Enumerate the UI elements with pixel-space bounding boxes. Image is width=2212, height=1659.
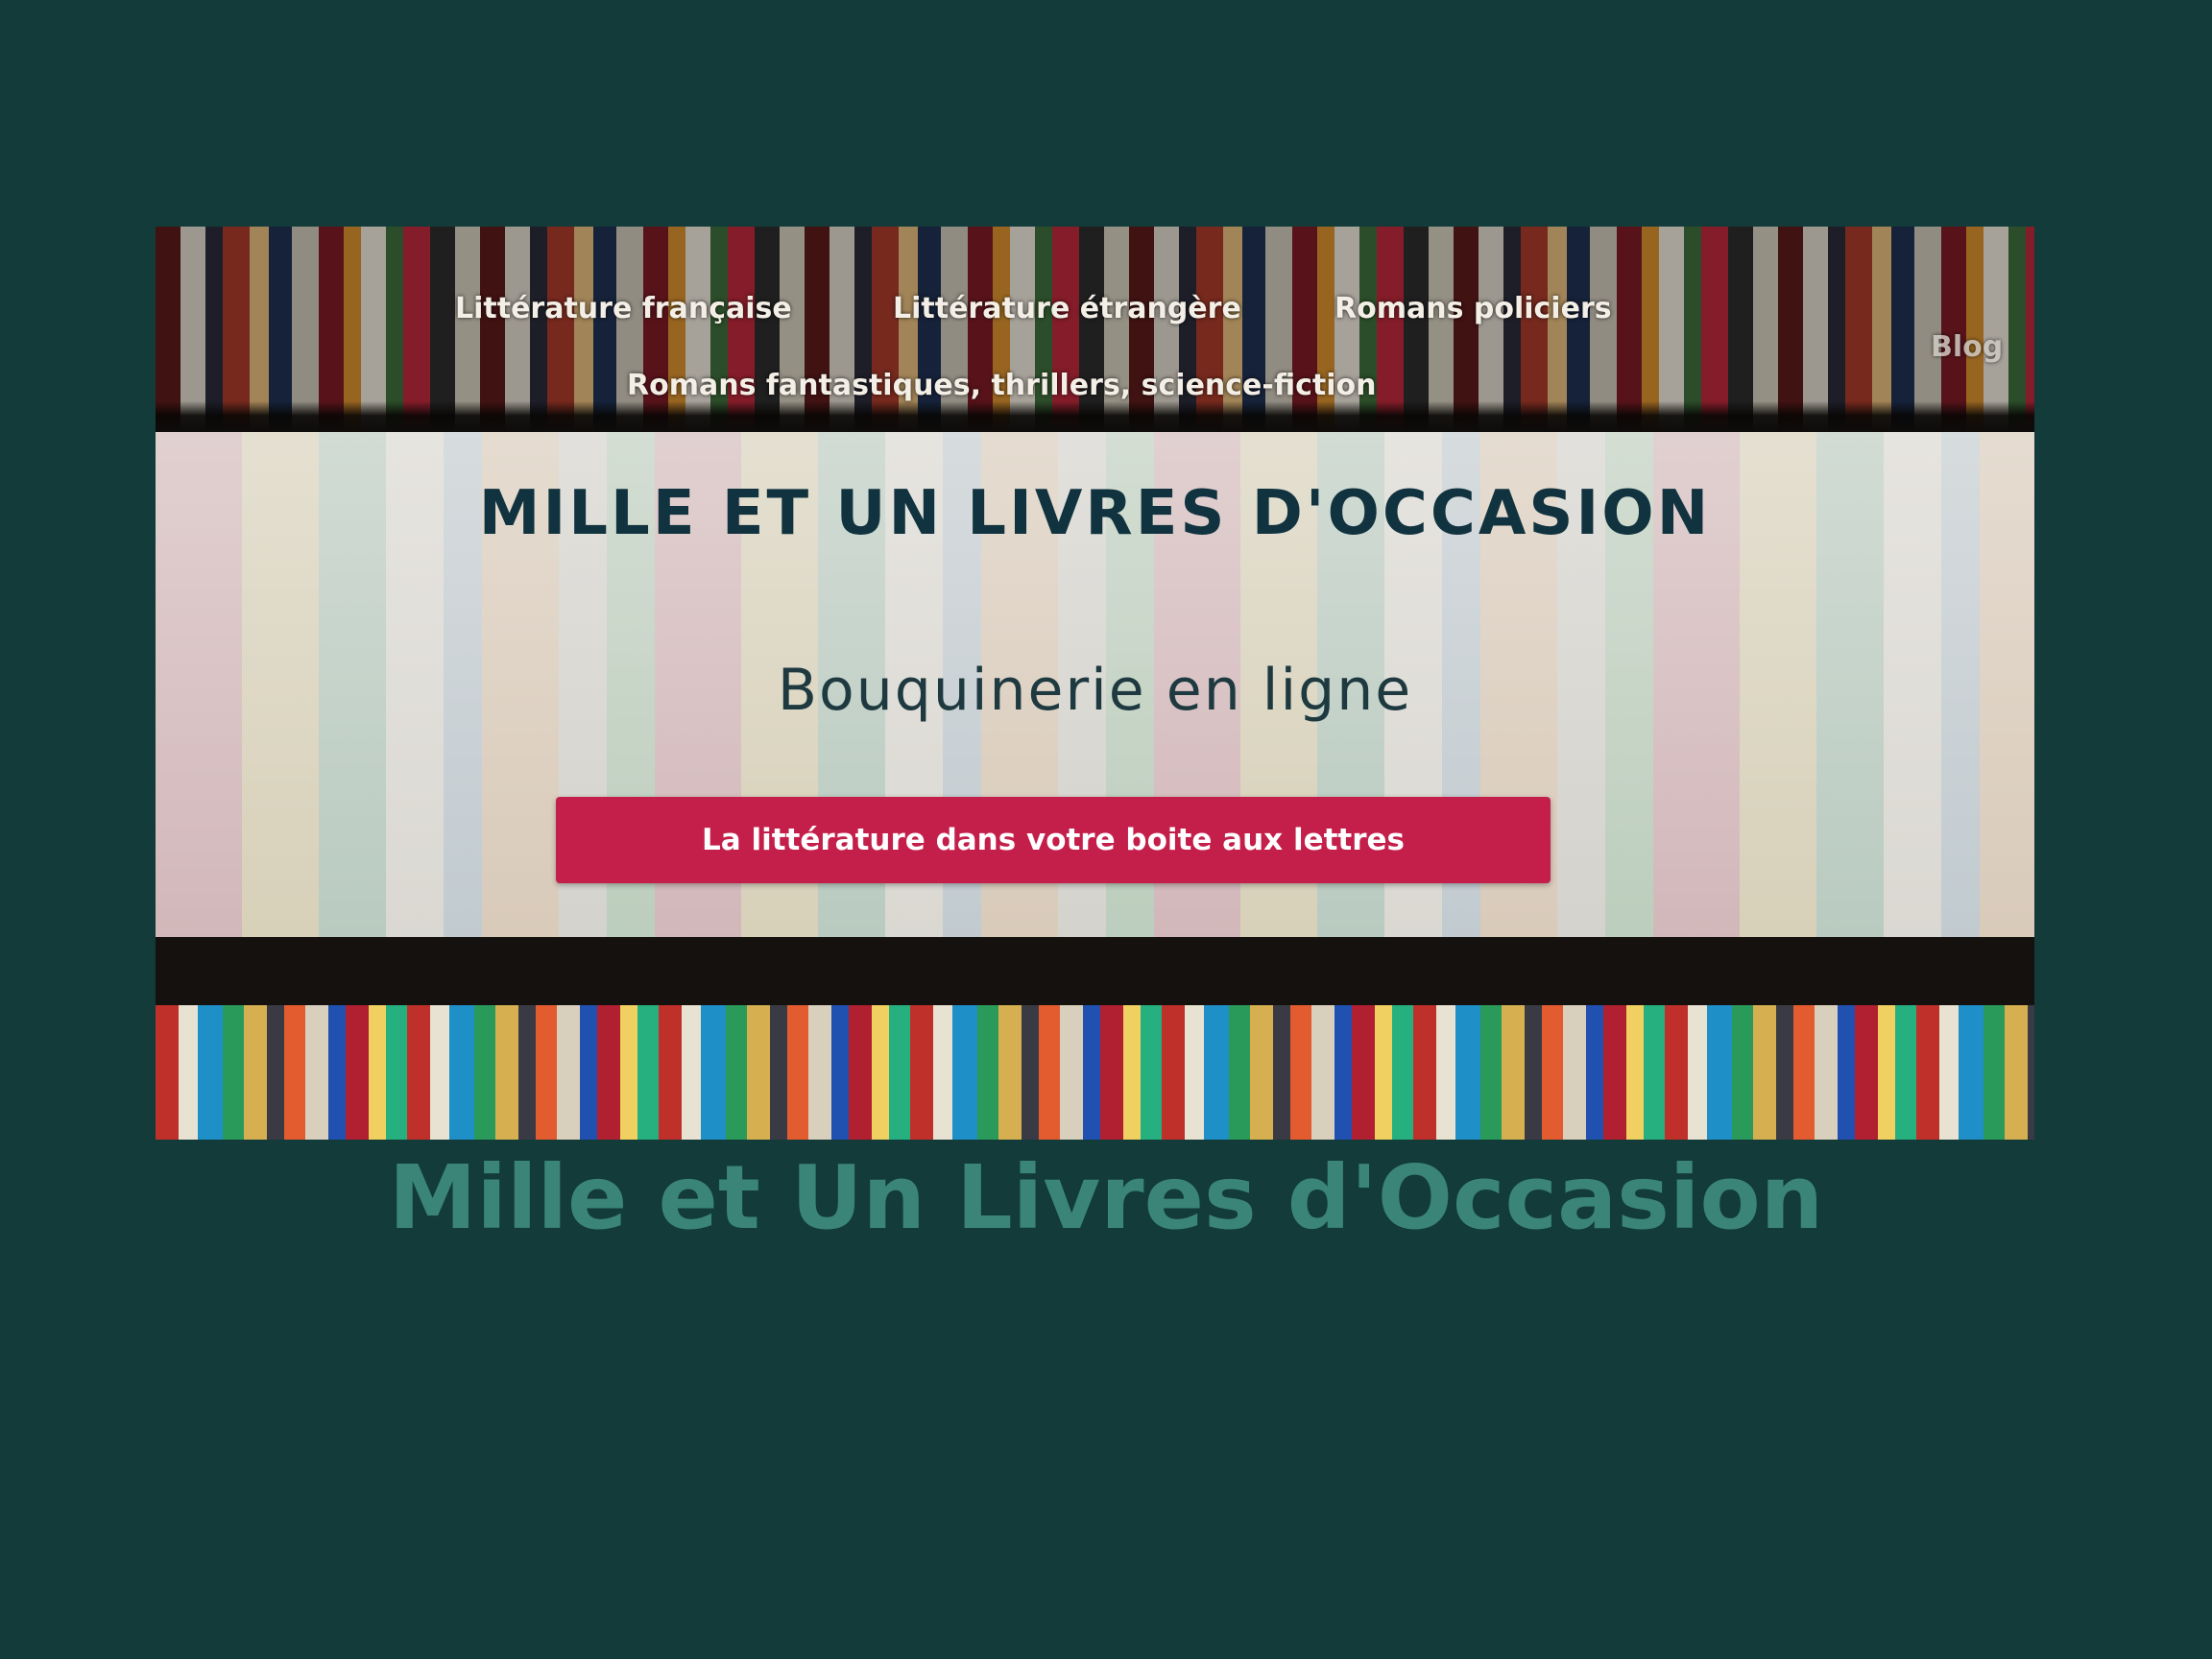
- bookshelf-bottom-image: [156, 937, 2034, 1140]
- site-title: Mille et Un Livres d'Occasion: [388, 1146, 1824, 1249]
- nav-link-litterature-etrangere[interactable]: Littérature étrangère: [893, 292, 1241, 325]
- nav-link-romans-policiers[interactable]: Romans policiers: [1334, 292, 1612, 325]
- nav-link-romans-fantastiques[interactable]: Romans fantastiques, thrillers, science-…: [627, 369, 1376, 402]
- logo-title: MILLE ET UN LIVRES D'OCCASION: [478, 478, 1712, 549]
- nav-link-litterature-francaise[interactable]: Littérature française: [455, 292, 792, 325]
- cta-button[interactable]: La littérature dans votre boite aux lett…: [556, 797, 1551, 883]
- header-banner: Littérature française Littérature étrang…: [156, 227, 2034, 1140]
- tagline: Bouquinerie en ligne: [777, 657, 1413, 724]
- bookshelf-bottom-books: [156, 1005, 2034, 1140]
- nav-link-blog[interactable]: Blog: [1931, 330, 2003, 364]
